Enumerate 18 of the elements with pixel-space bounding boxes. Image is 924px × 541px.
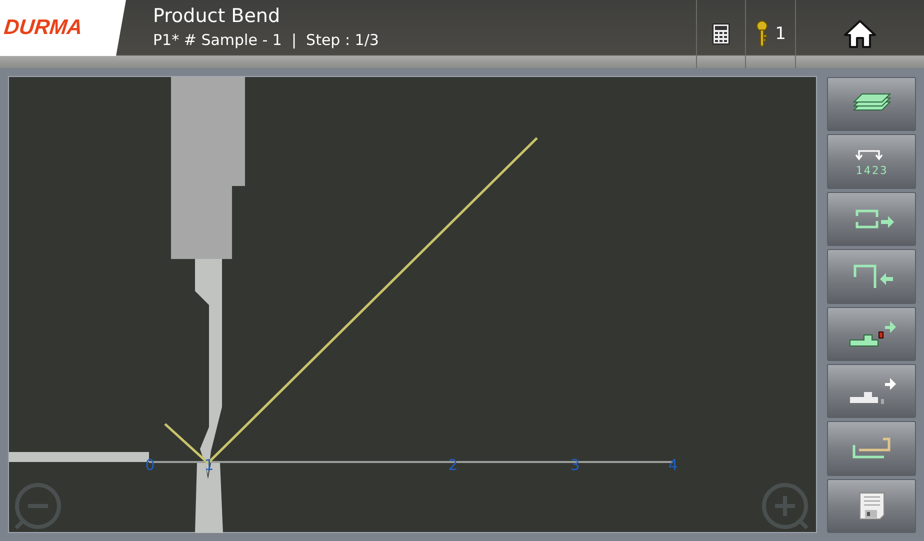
tool-button[interactable] xyxy=(827,306,916,361)
tool-button[interactable] xyxy=(827,249,916,304)
save-icon xyxy=(858,492,884,520)
tool-button[interactable] xyxy=(827,77,916,132)
key-icon xyxy=(755,20,770,48)
axis-label: 1 xyxy=(204,456,214,474)
home-icon[interactable] xyxy=(843,19,877,49)
screen-title: Product Bend xyxy=(153,4,282,29)
tool-button[interactable] xyxy=(827,192,916,246)
tool-button[interactable] xyxy=(827,478,916,533)
axis-label: 4 xyxy=(668,456,678,474)
calculator-icon[interactable] xyxy=(712,23,730,45)
tool-button[interactable]: 1423 xyxy=(827,134,916,189)
tool-button[interactable] xyxy=(827,421,916,476)
step-info: P1* # Sample - 1 | Step : 1/3 xyxy=(153,30,380,51)
tool-button[interactable] xyxy=(827,364,916,418)
key-count: 1 xyxy=(775,24,786,44)
logo-text: DURMA xyxy=(2,16,84,40)
